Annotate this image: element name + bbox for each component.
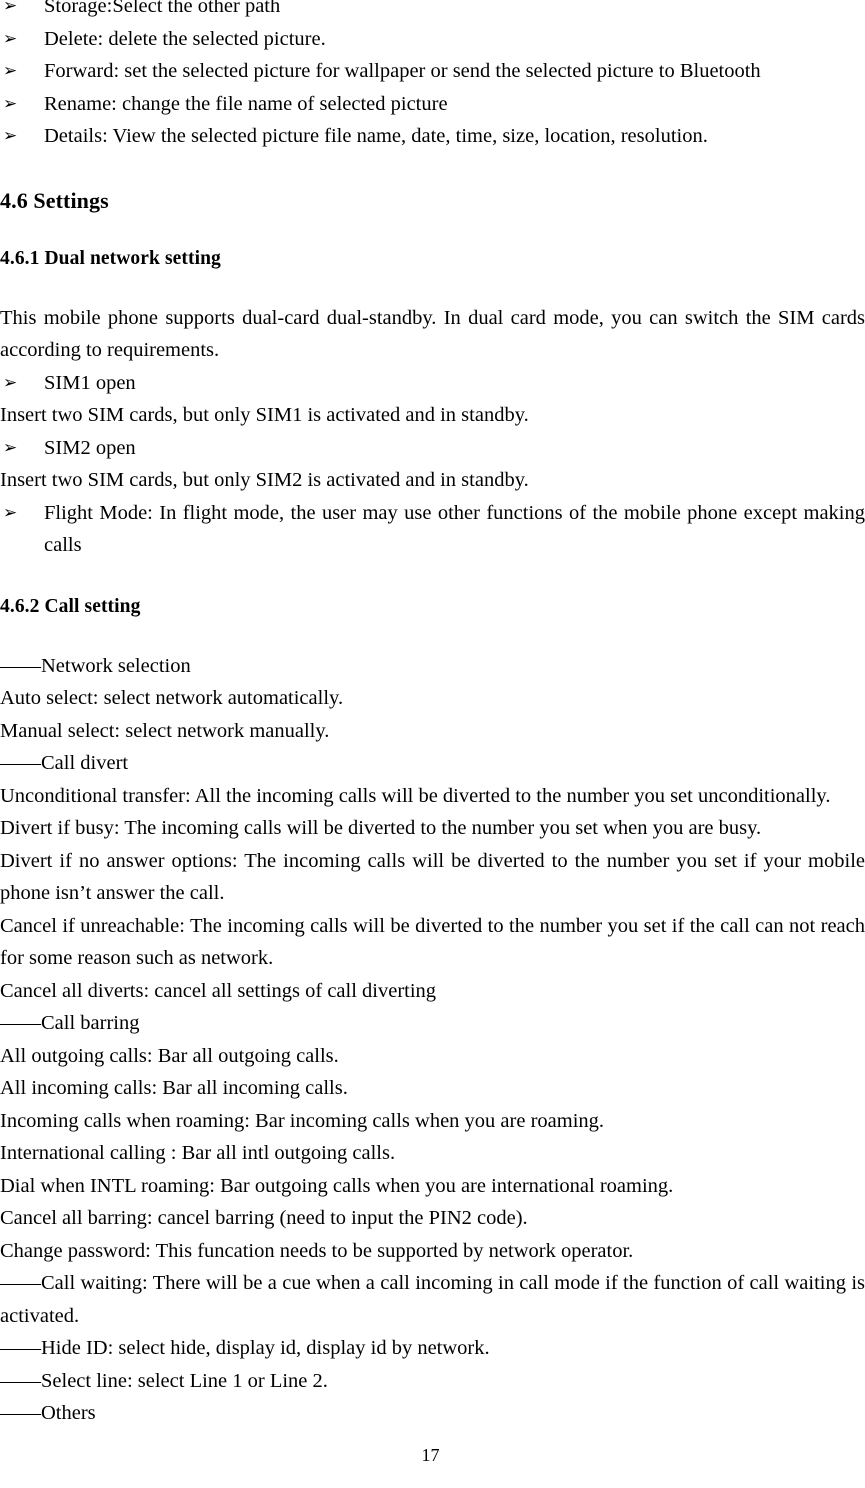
option-call-divert: ——Call divert bbox=[0, 752, 129, 774]
call-barring-line: Change password: This funcation needs to… bbox=[0, 1239, 634, 1262]
list-item-label: SIM2 open bbox=[44, 436, 136, 459]
sim2-note: Insert two SIM cards, but only SIM2 is a… bbox=[0, 469, 529, 491]
arrow-bullet-icon: ➢ bbox=[3, 126, 18, 146]
arrow-bullet-icon: ➢ bbox=[3, 61, 18, 81]
list-item: ➢ SIM1 open bbox=[0, 367, 865, 400]
picture-options-list: ➢ Storage:Select the other path ➢ Delete… bbox=[0, 0, 865, 153]
list-item: ➢ Delete: delete the selected picture. bbox=[0, 23, 865, 56]
list-item-label: Details: View the selected picture file … bbox=[44, 125, 708, 147]
call-divert-line: Cancel all diverts: cancel all settings … bbox=[0, 979, 437, 1002]
arrow-bullet-icon: ➢ bbox=[3, 372, 18, 393]
call-barring-line: International calling : Bar all intl out… bbox=[0, 1142, 396, 1164]
document-page: ➢ Storage:Select the other path ➢ Delete… bbox=[0, 0, 865, 1488]
call-barring-line: Cancel all barring: cancel barring (need… bbox=[0, 1207, 528, 1229]
list-item-label: Rename: change the file name of selected… bbox=[44, 92, 448, 115]
call-barring-line: All outgoing calls: Bar all outgoing cal… bbox=[0, 1044, 339, 1067]
page-number: 17 bbox=[421, 1445, 440, 1465]
sim-options-list: ➢ SIM1 open bbox=[0, 367, 865, 400]
network-selection-line: Auto select: select network automaticall… bbox=[0, 687, 344, 709]
call-divert-line: Unconditional transfer: All the incoming… bbox=[0, 784, 831, 807]
call-divert-line: Divert if busy: The incoming calls will … bbox=[0, 817, 762, 839]
arrow-bullet-icon: ➢ bbox=[3, 502, 18, 523]
option-others: ——Others bbox=[0, 1402, 96, 1424]
list-item-label: Forward: set the selected picture for wa… bbox=[44, 60, 761, 82]
section-heading-settings: 4.6 Settings bbox=[0, 187, 109, 213]
subsection-heading-dual-network: 4.6.1 Dual network setting bbox=[0, 247, 221, 269]
call-barring-line: All incoming calls: Bar all incoming cal… bbox=[0, 1077, 348, 1099]
network-selection-line: Manual select: select network manually. bbox=[0, 719, 330, 742]
option-call-waiting: ——Call waiting: There will be a cue when… bbox=[0, 1272, 865, 1327]
sim-options-list-2: ➢ SIM2 open bbox=[0, 432, 865, 465]
call-barring-line: Dial when INTL roaming: Bar outgoing cal… bbox=[0, 1174, 674, 1197]
list-item-label: SIM1 open bbox=[44, 371, 136, 394]
call-barring-line: Incoming calls when roaming: Bar incomin… bbox=[0, 1109, 605, 1132]
arrow-bullet-icon: ➢ bbox=[3, 28, 18, 49]
dual-network-intro: This mobile phone supports dual-card dua… bbox=[0, 306, 865, 362]
list-item-label: Delete: delete the selected picture. bbox=[44, 27, 326, 50]
subsection-heading-call-setting: 4.6.2 Call setting bbox=[0, 595, 141, 617]
list-item: ➢ Storage:Select the other path bbox=[0, 0, 865, 23]
flight-mode-list: ➢ Flight Mode: In flight mode, the user … bbox=[0, 497, 865, 562]
list-item-label: Flight Mode: In flight mode, the user ma… bbox=[44, 501, 865, 557]
option-select-line: ——Select line: select Line 1 or Line 2. bbox=[0, 1369, 328, 1392]
option-hide-id: ——Hide ID: select hide, display id, disp… bbox=[0, 1337, 490, 1359]
arrow-bullet-icon: ➢ bbox=[3, 93, 18, 114]
arrow-bullet-icon: ➢ bbox=[3, 437, 18, 458]
list-item: ➢ Details: View the selected picture fil… bbox=[0, 120, 865, 153]
list-item: ➢ Flight Mode: In flight mode, the user … bbox=[0, 497, 865, 562]
call-divert-line: Divert if no answer options: The incomin… bbox=[0, 849, 865, 905]
page-content: ➢ Storage:Select the other path ➢ Delete… bbox=[0, 0, 865, 1430]
list-item-label: Storage:Select the other path bbox=[44, 0, 281, 17]
arrow-bullet-icon: ➢ bbox=[3, 0, 18, 16]
list-item: ➢ SIM2 open bbox=[0, 432, 865, 465]
call-divert-line: Cancel if unreachable: The incoming call… bbox=[0, 914, 865, 970]
sim1-note: Insert two SIM cards, but only SIM1 is a… bbox=[0, 404, 529, 426]
list-item: ➢ Rename: change the file name of select… bbox=[0, 88, 865, 121]
list-item: ➢ Forward: set the selected picture for … bbox=[0, 55, 865, 88]
option-network-selection: ——Network selection bbox=[0, 654, 191, 677]
option-call-barring: ——Call barring bbox=[0, 1012, 140, 1034]
